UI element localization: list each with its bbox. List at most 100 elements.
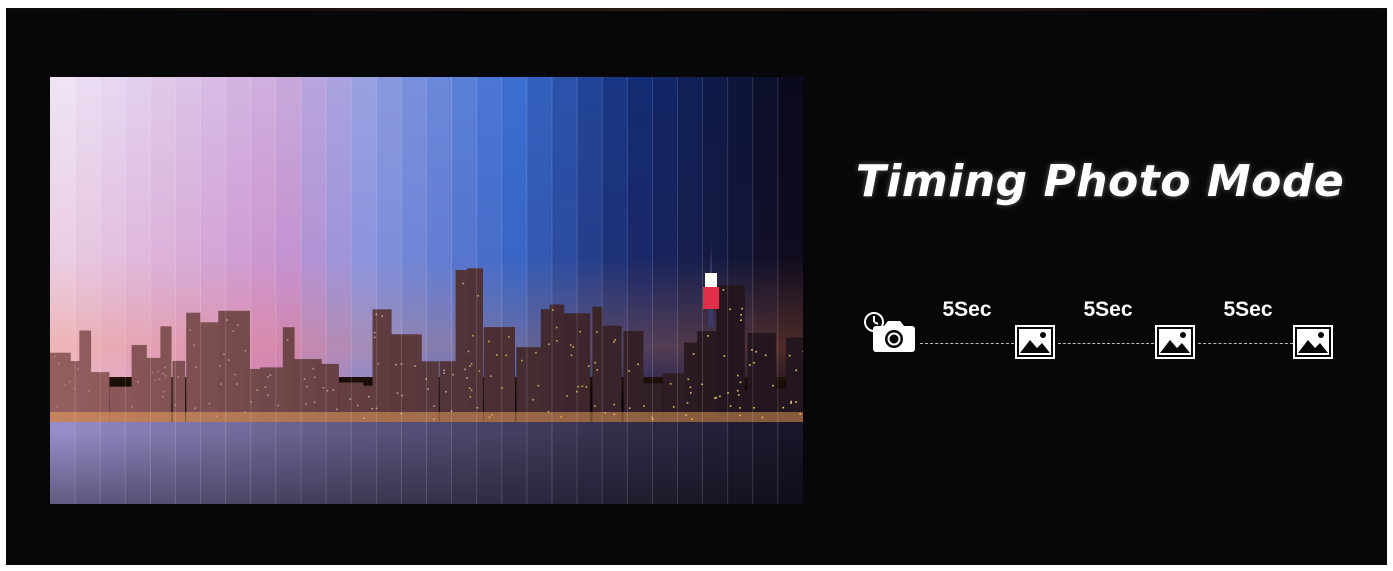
window-light <box>614 339 616 341</box>
window-light <box>445 391 447 393</box>
window-light <box>490 375 492 377</box>
window-light <box>556 340 558 342</box>
window-light <box>377 362 380 365</box>
interval-line-3 <box>1198 343 1293 344</box>
window-light <box>194 407 196 409</box>
window-light <box>151 371 154 374</box>
window-light <box>741 307 743 310</box>
window-light <box>256 389 258 391</box>
window-light <box>737 374 739 377</box>
window-light <box>177 376 179 378</box>
window-light <box>755 350 757 353</box>
window-light <box>669 383 672 385</box>
window-light <box>77 368 79 371</box>
tower-top-light <box>705 273 717 287</box>
window-light <box>505 354 507 357</box>
window-light <box>303 378 306 380</box>
window-light <box>154 379 156 381</box>
window-light <box>722 289 725 291</box>
window-light <box>535 351 537 354</box>
window-light <box>244 350 247 352</box>
window-light <box>749 364 751 366</box>
window-light <box>707 335 709 337</box>
window-light <box>729 308 731 311</box>
window-light <box>433 405 435 407</box>
window-light <box>467 350 470 353</box>
building <box>785 337 803 422</box>
window-light <box>585 386 588 388</box>
window-light <box>162 372 165 375</box>
window-light <box>753 362 755 364</box>
window-light <box>267 376 269 378</box>
window-light <box>729 405 732 407</box>
window-light <box>220 383 222 385</box>
skyline-illustration <box>50 77 803 504</box>
window-light <box>277 404 280 407</box>
window-light <box>477 295 480 297</box>
window-light <box>356 404 359 407</box>
window-light <box>532 398 534 401</box>
window-light <box>687 378 690 381</box>
window-light <box>472 334 474 337</box>
window-light <box>464 368 466 371</box>
window-light <box>496 354 498 356</box>
building <box>467 268 483 422</box>
image-icon <box>1015 325 1055 359</box>
window-light <box>189 329 192 332</box>
window-light <box>795 369 797 372</box>
window-light <box>269 374 272 376</box>
timer-camera-icon <box>862 310 918 354</box>
window-light <box>88 390 90 392</box>
window-light <box>313 401 316 404</box>
window-light <box>628 370 630 372</box>
window-light <box>468 387 471 389</box>
window-light <box>714 397 716 399</box>
window-light <box>373 331 376 334</box>
window-light <box>443 369 445 371</box>
window-light <box>264 386 267 388</box>
window-light <box>788 354 791 357</box>
window-light <box>414 365 416 367</box>
timelapse-skyline-photo <box>50 77 803 504</box>
window-light <box>715 396 718 399</box>
window-light <box>478 370 481 372</box>
interval-label-3: 5Sec <box>1223 298 1273 321</box>
window-light <box>234 373 236 376</box>
window-light <box>267 394 269 397</box>
window-light <box>689 386 692 389</box>
image-icon <box>1155 325 1195 359</box>
window-light <box>395 363 397 366</box>
window-light <box>521 359 523 362</box>
tower-top-light <box>703 287 719 309</box>
window-light <box>462 282 465 285</box>
window-light <box>488 340 490 343</box>
window-light <box>236 383 238 385</box>
window-light <box>161 395 164 398</box>
window-light <box>452 373 454 376</box>
window-light <box>322 387 325 389</box>
window-light <box>164 366 166 369</box>
window-light <box>686 402 689 404</box>
window-light <box>739 407 741 409</box>
window-light <box>466 377 468 379</box>
interval-label-1: 5Sec <box>942 298 992 321</box>
window-light <box>740 319 742 321</box>
window-light <box>594 361 596 364</box>
window-light <box>286 339 289 341</box>
window-light <box>195 366 197 369</box>
page-title: Timing Photo Mode <box>855 156 1345 207</box>
window-light <box>326 390 329 392</box>
window-light <box>740 314 742 316</box>
window-light <box>56 405 58 408</box>
window-light <box>637 363 639 366</box>
window-light <box>594 405 596 407</box>
window-light <box>381 315 383 318</box>
window-light <box>723 355 726 357</box>
window-light <box>64 384 67 386</box>
window-light <box>595 331 598 333</box>
window-light <box>371 407 373 410</box>
window-light <box>737 389 739 392</box>
building <box>516 347 543 422</box>
window-light <box>753 407 755 409</box>
window-light <box>305 403 307 405</box>
